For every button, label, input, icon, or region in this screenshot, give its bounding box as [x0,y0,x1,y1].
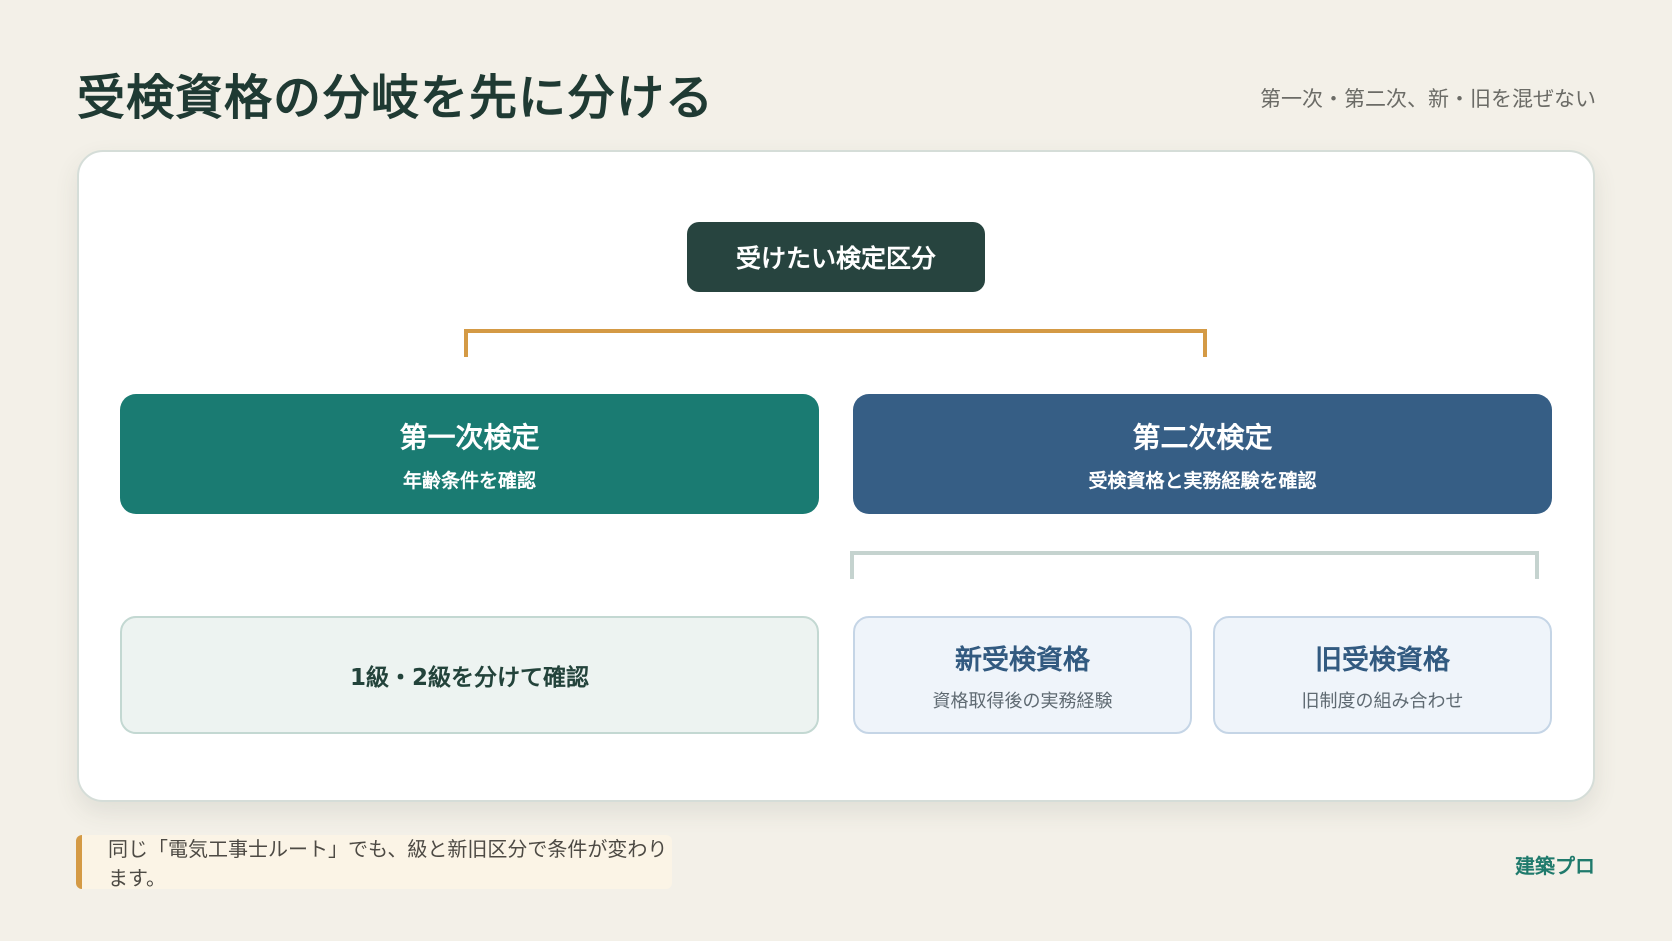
new-qualification-subtitle: 資格取得後の実務経験 [932,690,1113,712]
second-exam-node: 第二次検定 受検資格と実務経験を確認 [853,394,1552,514]
footer-note-text: 同じ「電気工事士ルート」でも、級と新旧区分で条件が変わります。 [108,837,668,890]
root-node: 受けたい検定区分 [687,222,985,292]
old-qualification-node: 旧受検資格 旧制度の組み合わせ [1213,616,1552,734]
second-exam-branch-connector [850,551,1539,579]
old-qualification-title: 旧受検資格 [1315,644,1450,676]
root-node-label: 受けたい検定区分 [735,244,936,273]
footer-note: 同じ「電気工事士ルート」でも、級と新旧区分で条件が変わります。 [76,835,672,890]
new-qualification-node: 新受検資格 資格取得後の実務経験 [853,616,1192,734]
first-exam-title: 第一次検定 [399,420,540,454]
page-title: 受検資格の分岐を先に分ける [77,70,715,126]
second-exam-title: 第二次検定 [1132,420,1273,454]
page-subtitle: 第一次・第二次、新・旧を混ぜない [1260,87,1596,111]
grade-check-node: 1級・2級を分けて確認 [120,616,819,734]
grade-check-label: 1級・2級を分けて確認 [349,665,589,691]
first-exam-node: 第一次検定 年齢条件を確認 [120,394,819,514]
root-branch-connector [464,329,1207,357]
old-qualification-subtitle: 旧制度の組み合わせ [1301,690,1464,712]
brand-logo: 建築プロ [1515,854,1595,878]
new-qualification-title: 新受検資格 [955,644,1090,676]
second-exam-subtitle: 受検資格と実務経験を確認 [1088,469,1317,492]
first-exam-subtitle: 年齢条件を確認 [402,469,536,492]
